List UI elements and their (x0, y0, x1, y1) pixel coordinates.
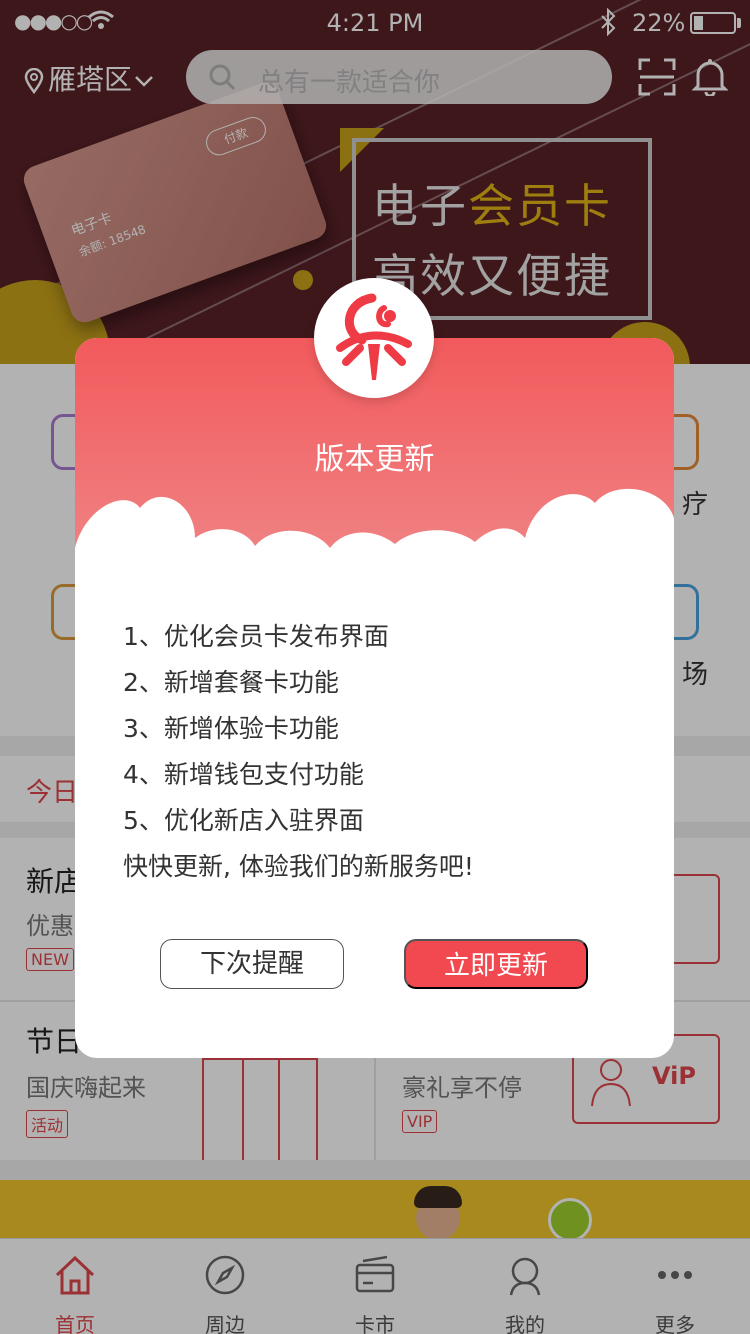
update-note-item: 4、新增钱包支付功能 (123, 760, 364, 789)
app-logo (314, 278, 434, 398)
update-now-button[interactable]: 立即更新 (404, 939, 588, 989)
update-note-item: 1、优化会员卡发布界面 (123, 622, 389, 651)
update-notes-list: 1、优化会员卡发布界面 2、新增套餐卡功能 3、新增体验卡功能 4、新增钱包支付… (123, 614, 643, 890)
update-note-item: 3、新增体验卡功能 (123, 714, 339, 743)
cloud-decoration (75, 488, 674, 598)
dialog-title: 版本更新 (314, 442, 435, 477)
remind-later-button[interactable]: 下次提醒 (160, 939, 344, 989)
update-note-footer: 快快更新, 体验我们的新服务吧! (123, 852, 474, 881)
update-note-item: 2、新增套餐卡功能 (123, 668, 339, 697)
app-logo-icon (336, 293, 412, 380)
update-dialog: 版本更新 1、优化会员卡发布界面 2、新增套餐卡功能 3、新增体验卡功能 4、新… (75, 338, 674, 1058)
update-note-item: 5、优化新店入驻界面 (123, 806, 364, 835)
